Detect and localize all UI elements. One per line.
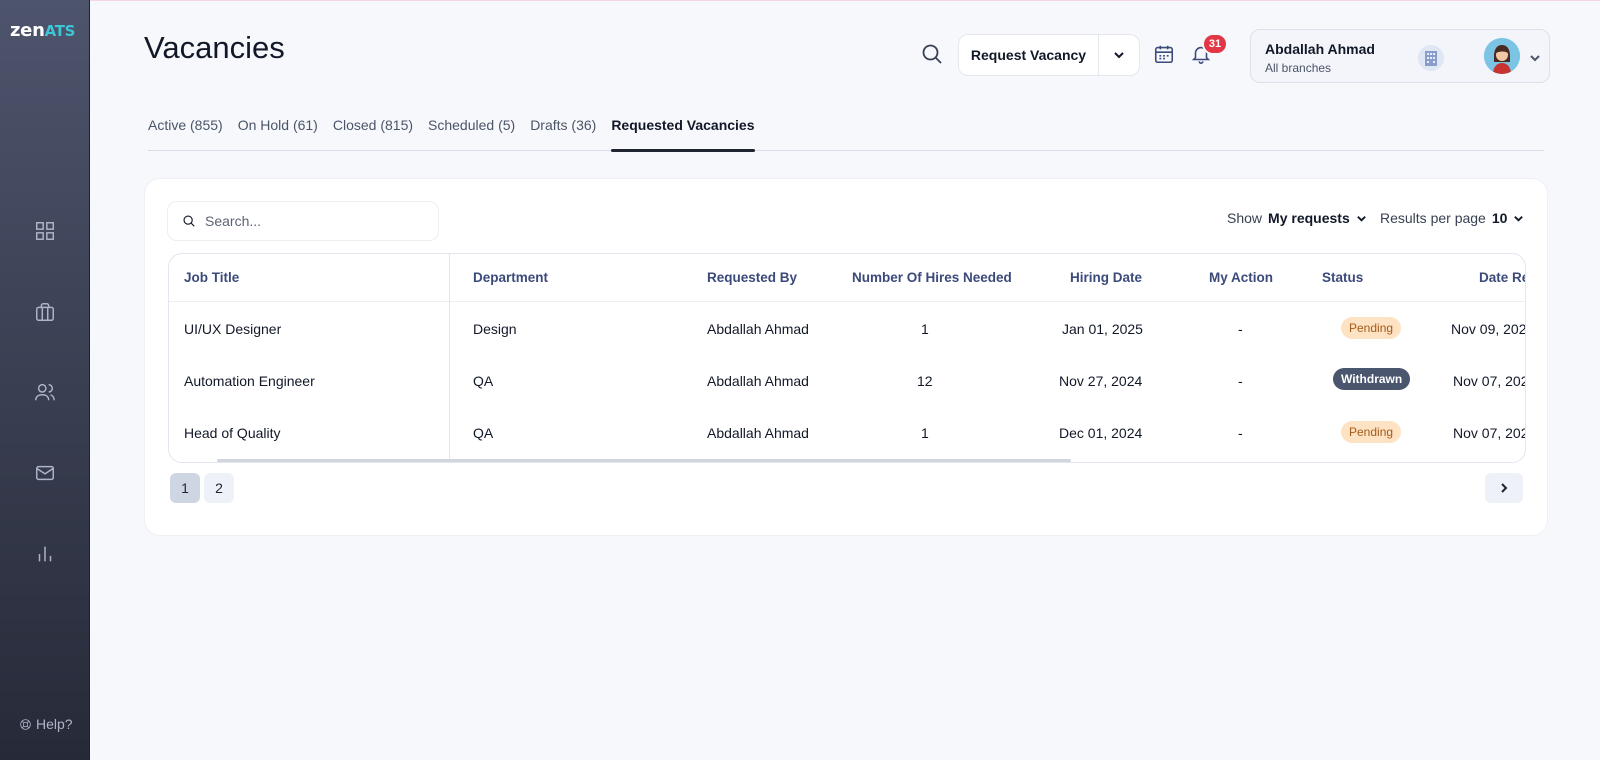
chevron-down-icon — [1356, 215, 1366, 222]
page-button-1[interactable]: 1 — [170, 473, 200, 503]
cell-department: QA — [473, 425, 494, 441]
results-per-page-dropdown[interactable]: Results per page 10 — [1380, 210, 1524, 226]
cell-job-title[interactable]: UI/UX Designer — [184, 321, 281, 337]
search-icon — [183, 215, 195, 227]
search-box — [167, 201, 439, 241]
status-badge: Withdrawn — [1333, 368, 1411, 390]
column-header-department[interactable]: Department — [473, 270, 548, 285]
user-branch: All branches — [1265, 61, 1332, 75]
vacancies-table: Job Title Department Requested By Number… — [168, 253, 1526, 463]
page-button-2[interactable]: 2 — [204, 473, 234, 503]
cell-hiring-date: Nov 27, 2024 — [1059, 373, 1143, 389]
vacancy-tabs: Active (855) On Hold (61) Closed (815) S… — [148, 114, 1544, 152]
bar-chart-icon — [38, 546, 52, 562]
search-input[interactable] — [205, 213, 425, 229]
requested-vacancies-card: Show My requests Results per page 10 Job… — [144, 178, 1548, 536]
tab-scheduled[interactable]: Scheduled (5) — [428, 114, 515, 151]
chevron-right-icon — [1501, 483, 1508, 493]
cell-department: QA — [473, 373, 494, 389]
user-avatar-icon — [1484, 38, 1520, 74]
request-vacancy-dropdown[interactable] — [1099, 35, 1139, 75]
page-title: Vacancies — [144, 30, 285, 65]
sidebar-item-dashboard[interactable] — [30, 216, 60, 246]
grid-icon — [36, 222, 54, 240]
sidebar-item-jobs[interactable] — [30, 297, 60, 327]
cell-requested-by: Abdallah Ahmad — [707, 373, 809, 389]
column-header-status[interactable]: Status — [1322, 270, 1363, 285]
sidebar: zenATS Help? — [0, 0, 90, 760]
column-header-hiring-date[interactable]: Hiring Date — [1070, 270, 1142, 285]
users-icon — [35, 383, 55, 401]
calendar-button[interactable] — [1153, 43, 1175, 70]
cell-hires-needed: 1 — [921, 321, 929, 337]
avatar — [1484, 38, 1520, 74]
cell-hiring-date: Dec 01, 2024 — [1059, 425, 1143, 441]
building-icon — [1418, 45, 1444, 71]
table-row[interactable]: UI/UX Designer Design Abdallah Ahmad 1 J… — [169, 302, 1526, 354]
tab-on-hold[interactable]: On Hold (61) — [238, 114, 318, 151]
help-label: Help? — [36, 716, 73, 732]
cell-date-requested: Nov 07, 202 — [1453, 425, 1526, 441]
results-value: 10 — [1491, 210, 1508, 226]
sidebar-item-reports[interactable] — [30, 539, 60, 569]
user-menu[interactable]: Abdallah Ahmad All branches — [1250, 29, 1550, 83]
table-header: Job Title Department Requested By Number… — [169, 254, 1525, 302]
request-vacancy-split-button: Request Vacancy — [958, 34, 1140, 76]
cell-hires-needed: 1 — [921, 425, 929, 441]
sidebar-item-messages[interactable] — [30, 458, 60, 488]
column-header-hires-needed[interactable]: Number Of Hires Needed — [852, 270, 1012, 285]
search-icon — [922, 44, 942, 64]
cell-department: Design — [473, 321, 517, 337]
chevron-down-icon — [1114, 52, 1124, 59]
column-header-date-requested[interactable]: Date Re — [1479, 270, 1525, 285]
table-row[interactable]: Head of Quality QA Abdallah Ahmad 1 Dec … — [169, 406, 1526, 458]
cell-hiring-date: Jan 01, 2025 — [1062, 321, 1143, 337]
cell-my-action: - — [1238, 425, 1243, 441]
notification-badge: 31 — [1202, 33, 1228, 55]
request-vacancy-button[interactable]: Request Vacancy — [959, 35, 1099, 75]
briefcase-icon — [36, 303, 54, 321]
sidebar-item-candidates[interactable] — [30, 377, 60, 407]
app-logo[interactable]: zenATS — [10, 20, 75, 41]
user-name: Abdallah Ahmad — [1265, 41, 1375, 57]
calendar-icon — [1154, 45, 1174, 64]
tab-requested-vacancies[interactable]: Requested Vacancies — [611, 114, 755, 152]
help-icon — [20, 718, 31, 730]
chevron-down-icon — [1530, 55, 1540, 62]
cell-requested-by: Abdallah Ahmad — [707, 425, 809, 441]
cell-hires-needed: 12 — [917, 373, 933, 389]
cell-requested-by: Abdallah Ahmad — [707, 321, 809, 337]
tab-closed[interactable]: Closed (815) — [333, 114, 413, 151]
show-label: Show — [1227, 210, 1263, 226]
status-badge: Pending — [1341, 317, 1402, 339]
column-header-job-title[interactable]: Job Title — [184, 270, 239, 285]
cell-job-title[interactable]: Head of Quality — [184, 425, 281, 441]
top-border — [0, 0, 1600, 1]
cell-date-requested: Nov 09, 202 — [1451, 321, 1526, 337]
table-row[interactable]: Automation Engineer QA Abdallah Ahmad 12… — [169, 354, 1526, 406]
cell-my-action: - — [1238, 321, 1243, 337]
mail-icon — [36, 465, 54, 481]
next-page-button[interactable] — [1485, 473, 1523, 503]
tab-drafts[interactable]: Drafts (36) — [530, 114, 596, 151]
cell-my-action: - — [1238, 373, 1243, 389]
show-filter-dropdown[interactable]: Show My requests — [1227, 210, 1367, 226]
results-label: Results per page — [1380, 210, 1486, 226]
horizontal-scrollbar[interactable] — [217, 459, 1071, 462]
chevron-down-icon — [1514, 215, 1524, 222]
user-menu-chevron — [1529, 51, 1541, 69]
column-header-my-action[interactable]: My Action — [1209, 270, 1273, 285]
status-badge: Pending — [1341, 421, 1402, 443]
cell-job-title[interactable]: Automation Engineer — [184, 373, 315, 389]
show-value: My requests — [1268, 210, 1350, 226]
cell-date-requested: Nov 07, 202 — [1453, 373, 1526, 389]
tab-active[interactable]: Active (855) — [148, 114, 223, 151]
column-header-requested-by[interactable]: Requested By — [707, 270, 797, 285]
header-search-button[interactable] — [920, 42, 946, 68]
help-link[interactable]: Help? — [19, 716, 73, 732]
